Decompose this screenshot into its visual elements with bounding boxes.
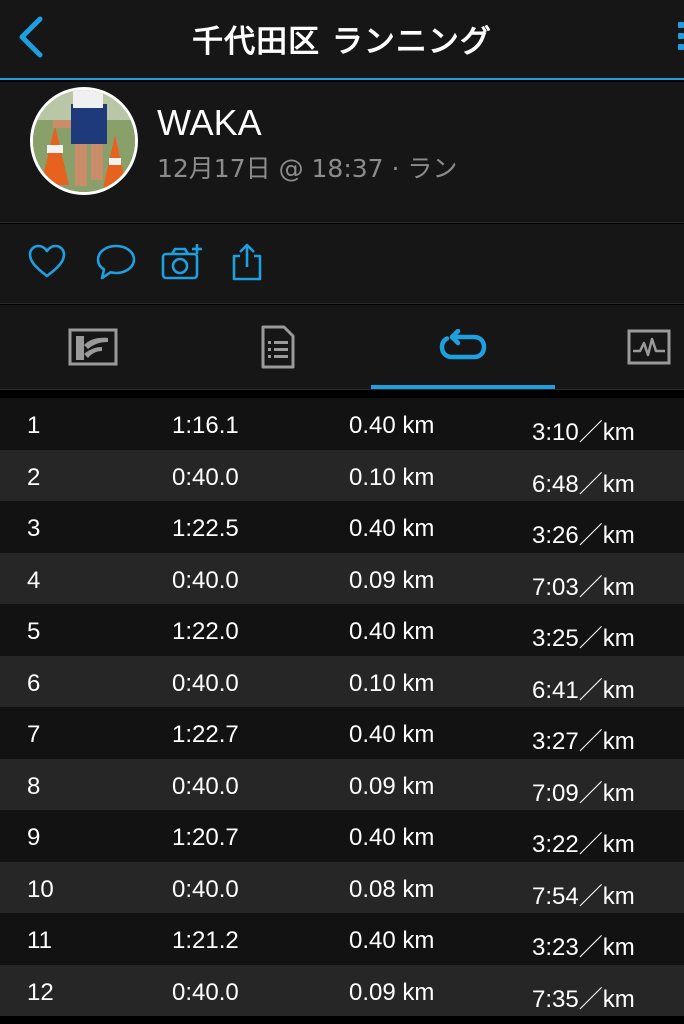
lap-time: 0:40.0 xyxy=(172,463,239,491)
activity-date-type: 12月17日 @ 18:37 · ラン xyxy=(157,154,458,183)
lap-number: 1 xyxy=(27,412,41,439)
lap-time: 1:21.2 xyxy=(172,927,239,954)
lap-pace: 3:26／km xyxy=(532,522,635,549)
lap-distance: 0.40 km xyxy=(349,618,435,645)
table-row[interactable]: 8 0:40.0 0.09 km 7:09／km xyxy=(0,758,684,810)
speech-bubble-icon xyxy=(96,244,136,280)
more-menu-button[interactable] xyxy=(678,22,684,62)
lap-time: 1:22.5 xyxy=(172,515,239,542)
share-icon xyxy=(232,243,262,281)
lap-pace: 7:03／km xyxy=(532,573,635,601)
lap-number: 11 xyxy=(27,927,52,954)
activity-detail-screen: 千代田区 ランニング WAKA 12月17日 @ 18:37 · ラン 1 1:… xyxy=(0,0,684,1024)
tabs-divider xyxy=(0,389,684,390)
table-row[interactable]: 1 1:16.1 0.40 km 3:10／km xyxy=(0,398,684,450)
lap-pace: 3:10／km xyxy=(532,419,635,446)
lap-pace: 7:09／km xyxy=(532,779,635,807)
lap-time: 0:40.0 xyxy=(172,669,239,697)
navigation-bar: 千代田区 ランニング xyxy=(0,0,684,80)
lap-number: 4 xyxy=(27,566,41,594)
document-list-icon xyxy=(261,325,294,369)
table-row[interactable]: 11 1:21.2 0.40 km 3:23／km xyxy=(0,913,684,965)
lap-number: 6 xyxy=(27,669,41,697)
lap-distance: 0.40 km xyxy=(349,515,435,542)
lap-number: 5 xyxy=(27,618,41,645)
tab-details[interactable] xyxy=(192,305,363,389)
activity-header: WAKA 12月17日 @ 18:37 · ラン xyxy=(0,82,684,223)
tab-laps[interactable] xyxy=(371,305,555,389)
table-row[interactable]: 2 0:40.0 0.10 km 6:48／km xyxy=(0,449,684,501)
table-row[interactable]: 12 0:40.0 0.09 km 7:35／km xyxy=(0,964,684,1016)
lap-distance: 0.40 km xyxy=(349,824,435,851)
lap-pace: 3:23／km xyxy=(532,934,635,961)
avatar-photo xyxy=(33,90,135,192)
lap-time: 1:20.7 xyxy=(172,824,239,851)
more-dot-icon xyxy=(678,33,684,39)
lap-pace: 3:22／km xyxy=(532,831,635,858)
tab-stats[interactable] xyxy=(7,305,178,389)
lap-number: 2 xyxy=(27,463,41,491)
social-actions-bar xyxy=(0,224,684,304)
more-dot-icon xyxy=(678,22,684,28)
laps-table: 1 1:16.1 0.40 km 3:10／km 2 0:40.0 0.10 km 6:48／… xyxy=(0,398,684,1016)
lap-time: 1:22.7 xyxy=(172,721,239,748)
lap-pace: 3:25／km xyxy=(532,625,635,652)
activity-tabs xyxy=(0,305,684,389)
table-row[interactable]: 3 1:22.5 0.40 km 3:26／km xyxy=(0,501,684,553)
lap-distance: 0.40 km xyxy=(349,927,435,954)
table-row[interactable]: 7 1:22.7 0.40 km 3:27／km xyxy=(0,707,684,759)
table-row[interactable]: 10 0:40.0 0.08 km 7:54／km xyxy=(0,861,684,913)
lap-distance: 0.09 km xyxy=(349,566,435,594)
lap-pace: 6:41／km xyxy=(532,676,635,704)
lap-number: 10 xyxy=(27,875,54,903)
lap-distance: 0.40 km xyxy=(349,412,435,439)
lap-pace: 6:48／km xyxy=(532,470,635,498)
lap-number: 3 xyxy=(27,515,41,542)
laps-loop-icon xyxy=(439,329,487,360)
lap-time: 1:22.0 xyxy=(172,618,239,645)
lap-number: 12 xyxy=(27,978,54,1006)
lap-distance: 0.10 km xyxy=(349,669,435,697)
table-row[interactable]: 4 0:40.0 0.09 km 7:03／km xyxy=(0,552,684,604)
lap-time: 0:40.0 xyxy=(172,772,239,800)
lap-pace: 7:54／km xyxy=(532,882,635,910)
more-dot-icon xyxy=(678,44,684,50)
lap-time: 0:40.0 xyxy=(172,875,239,903)
lap-pace: 3:27／km xyxy=(532,728,635,755)
avatar[interactable] xyxy=(30,87,138,195)
lap-time: 1:16.1 xyxy=(172,412,239,439)
lap-number: 8 xyxy=(27,772,41,800)
table-row[interactable]: 9 1:20.7 0.40 km 3:22／km xyxy=(0,810,684,862)
tab-graph[interactable] xyxy=(563,305,684,389)
table-row[interactable]: 6 0:40.0 0.10 km 6:41／km xyxy=(0,655,684,707)
lap-time: 0:40.0 xyxy=(172,978,239,1006)
like-button[interactable] xyxy=(27,242,67,282)
share-button[interactable] xyxy=(230,242,270,282)
heart-rate-graph-icon xyxy=(627,329,670,365)
stats-chart-icon xyxy=(68,328,117,366)
lap-distance: 0.08 km xyxy=(349,875,435,903)
add-photo-button[interactable] xyxy=(160,242,202,282)
lap-distance: 0.10 km xyxy=(349,463,435,491)
heart-icon xyxy=(28,244,66,278)
lap-pace: 7:35／km xyxy=(532,985,635,1013)
camera-plus-icon xyxy=(161,244,202,280)
page-title: 千代田区 ランニング xyxy=(192,24,492,60)
lap-time: 0:40.0 xyxy=(172,566,239,594)
table-row[interactable]: 5 1:22.0 0.40 km 3:25／km xyxy=(0,604,684,656)
lap-distance: 0.09 km xyxy=(349,978,435,1006)
user-name[interactable]: WAKA xyxy=(157,102,262,144)
lap-number: 7 xyxy=(27,721,41,748)
lap-number: 9 xyxy=(27,824,41,851)
comment-button[interactable] xyxy=(95,242,136,282)
lap-distance: 0.09 km xyxy=(349,772,435,800)
lap-distance: 0.40 km xyxy=(349,721,435,748)
